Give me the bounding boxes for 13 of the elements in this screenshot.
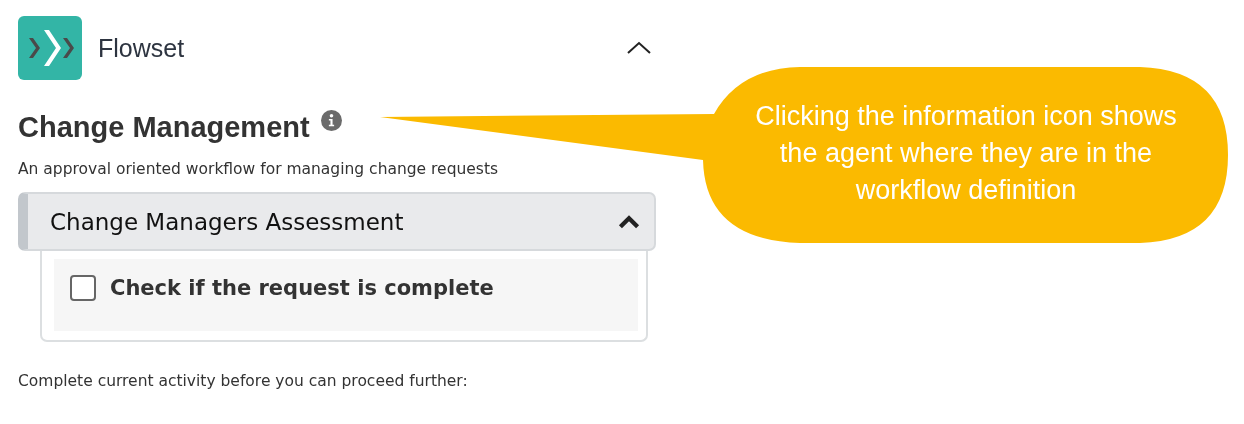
info-icon[interactable]: [320, 110, 342, 131]
app-name: Flowset: [98, 33, 186, 63]
caret-icon: [618, 214, 640, 229]
collapse-toggle[interactable]: [626, 41, 652, 55]
checkbox[interactable]: [70, 275, 96, 301]
stage-header[interactable]: Change Managers Assessment: [18, 192, 656, 251]
caret-icon: [626, 41, 652, 55]
workflow-title: Change Management: [18, 110, 310, 144]
instruction-text: Complete current activity before you can proceed further:: [18, 372, 469, 390]
callout-text: Clicking the information icon shows the agent where they are in the workflow definition: [754, 100, 1178, 207]
workflow-description: An approval oriented workflow for managing change requests: [18, 160, 500, 178]
app-logo: [18, 16, 82, 80]
task-label: Check if the request is complete: [110, 275, 494, 301]
